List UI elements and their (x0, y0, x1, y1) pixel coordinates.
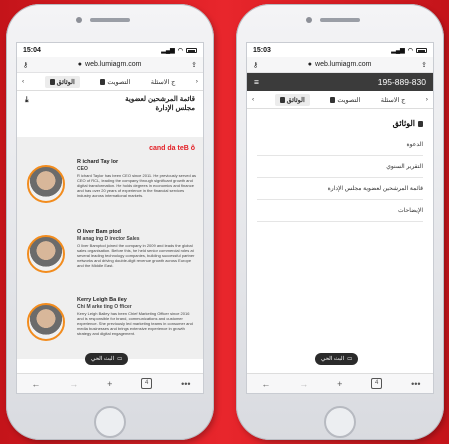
status-bar: 15:03 ▂▄▆ ◠ (247, 43, 433, 57)
left-phone: 15:04 ▂▄▆ ◠ ⚷ ● web.lumiagm.com ⇪ ‹ الوث… (6, 4, 214, 440)
list-item[interactable]: الإيضاحات (257, 200, 423, 222)
forward-arrow-icon[interactable]: → (299, 379, 308, 389)
menu-icon[interactable]: ≡ (254, 77, 259, 87)
member-bio: Kerry Leigh Bailey has been Chief Market… (77, 311, 193, 336)
wifi-icon: ◠ (177, 47, 183, 54)
list-item[interactable]: قائمة المرشحين لعضوية مجلس الإدارة (257, 178, 423, 200)
tab-documents[interactable]: الوثائق (274, 93, 310, 106)
tab-questions[interactable]: ج الاسئلة (151, 78, 176, 86)
avatar (27, 165, 65, 203)
browser-toolbar: ← → + 4 ••• (247, 373, 433, 393)
lock-icon: ● (307, 61, 313, 68)
pill-label: البث الحي (91, 356, 115, 362)
member-bio: O liver Bamptod joined the company in 20… (77, 243, 195, 268)
tab-voting[interactable]: التصويت (100, 78, 130, 86)
share-icon[interactable]: ⇪ (191, 61, 197, 69)
browser-toolbar: ← → + 4 ••• (17, 373, 203, 393)
more-dots-icon[interactable]: ••• (181, 379, 190, 389)
member-name: R ichard Tay lor (77, 159, 119, 165)
tabs-forward-chevron-icon[interactable]: › (196, 78, 198, 85)
list-item[interactable]: الدعوة (257, 134, 423, 156)
url-text: web.lumiagm.com (85, 61, 142, 68)
home-button[interactable] (94, 406, 126, 438)
status-time: 15:04 (23, 46, 41, 54)
url-text: web.lumiagm.com (315, 61, 372, 68)
status-bar: 15:04 ▂▄▆ ◠ (17, 43, 203, 57)
document-title: ⤓ قائمة المرشحين لعضوية مجلس الإدارة (25, 95, 195, 112)
lock-icon: ● (77, 61, 83, 68)
document-header-text: cand da teB ô (149, 145, 195, 152)
vote-icon (330, 96, 336, 103)
tab-count-button[interactable]: 4 (371, 378, 383, 389)
member-role: CEO (77, 166, 88, 172)
battery-icon (186, 47, 197, 53)
avatar (27, 303, 65, 341)
new-tab-plus-icon[interactable]: + (107, 379, 112, 389)
key-icon[interactable]: ⚷ (253, 61, 258, 69)
meeting-id: 195-889-830 (377, 77, 426, 87)
pill-label: البث الحي (321, 356, 345, 362)
cast-icon: ▭ (117, 356, 123, 362)
page-title: الوثائق (247, 109, 433, 134)
tabs-back-chevron-icon[interactable]: ‹ (22, 78, 24, 85)
list-item: R ichard Tay lor CEO R ichard Taylor has… (23, 159, 199, 223)
address-bar[interactable]: ⚷ ● web.lumiagm.com ⇪ (17, 57, 203, 73)
document-icon (418, 120, 423, 127)
document-icon (49, 78, 55, 85)
member-name: Kerry Leigh Ba iley (77, 297, 127, 303)
document-icon (279, 96, 285, 103)
member-role: Chi M arke ting O fficer (77, 304, 132, 310)
address-bar[interactable]: ⚷ ● web.lumiagm.com ⇪ (247, 57, 433, 73)
document-viewer[interactable]: cand da teB ô R ichard Tay lor CEO R ich… (17, 137, 203, 361)
avatar (27, 235, 65, 273)
right-phone: 15:03 ▂▄▆ ◠ ⚷ ● web.lumiagm.com ⇪ ≡ 195-… (236, 4, 444, 440)
forward-arrow-icon[interactable]: → (69, 379, 78, 389)
tabs-forward-chevron-icon[interactable]: › (426, 96, 428, 103)
tabs-bar: ‹ الوثائق التصويت ج الاسئلة › (17, 73, 203, 91)
tab-documents[interactable]: الوثائق (44, 75, 80, 88)
tabs-bar: ‹ الوثائق التصويت ج الاسئلة › (247, 91, 433, 109)
download-icon[interactable]: ⤓ (25, 95, 29, 104)
right-screen: 15:03 ▂▄▆ ◠ ⚷ ● web.lumiagm.com ⇪ ≡ 195-… (246, 42, 434, 394)
front-camera (306, 17, 312, 23)
front-camera (76, 17, 82, 23)
tab-voting[interactable]: التصويت (330, 96, 360, 104)
list-item: O liver Bam ptod M anag ing D irector Sa… (23, 229, 199, 293)
new-tab-plus-icon[interactable]: + (337, 379, 342, 389)
documents-list: الدعوة التقرير السنوي قائمة المرشحين لعض… (247, 134, 433, 222)
speaker (320, 18, 360, 22)
list-item: Kerry Leigh Ba iley Chi M arke ting O ff… (23, 297, 199, 361)
home-button[interactable] (324, 406, 356, 438)
signal-icon: ▂▄▆ (391, 47, 405, 54)
battery-icon (416, 47, 427, 53)
live-broadcast-button[interactable]: البث الحي ▭ (85, 353, 129, 365)
back-arrow-icon[interactable]: ← (31, 379, 40, 389)
wifi-icon: ◠ (407, 47, 413, 54)
key-icon[interactable]: ⚷ (23, 61, 28, 69)
status-time: 15:03 (253, 46, 271, 54)
cast-icon: ▭ (347, 356, 353, 362)
tabs-back-chevron-icon[interactable]: ‹ (252, 96, 254, 103)
member-bio: R ichard Taylor has been CEO since 2011.… (77, 173, 197, 198)
vote-icon (100, 78, 106, 85)
more-dots-icon[interactable]: ••• (411, 379, 420, 389)
left-screen: 15:04 ▂▄▆ ◠ ⚷ ● web.lumiagm.com ⇪ ‹ الوث… (16, 42, 204, 394)
member-role: M anag ing D irector Sales (77, 236, 140, 242)
share-icon[interactable]: ⇪ (421, 61, 427, 69)
tab-count-button[interactable]: 4 (141, 378, 153, 389)
live-broadcast-button[interactable]: البث الحي ▭ (315, 353, 359, 365)
speaker (90, 18, 130, 22)
meeting-header-bar: ≡ 195-889-830 (247, 73, 433, 91)
back-arrow-icon[interactable]: ← (261, 379, 270, 389)
signal-icon: ▂▄▆ (161, 47, 175, 54)
list-item[interactable]: التقرير السنوي (257, 156, 423, 178)
member-name: O liver Bam ptod (77, 229, 122, 235)
tab-questions[interactable]: ج الاسئلة (381, 96, 406, 104)
